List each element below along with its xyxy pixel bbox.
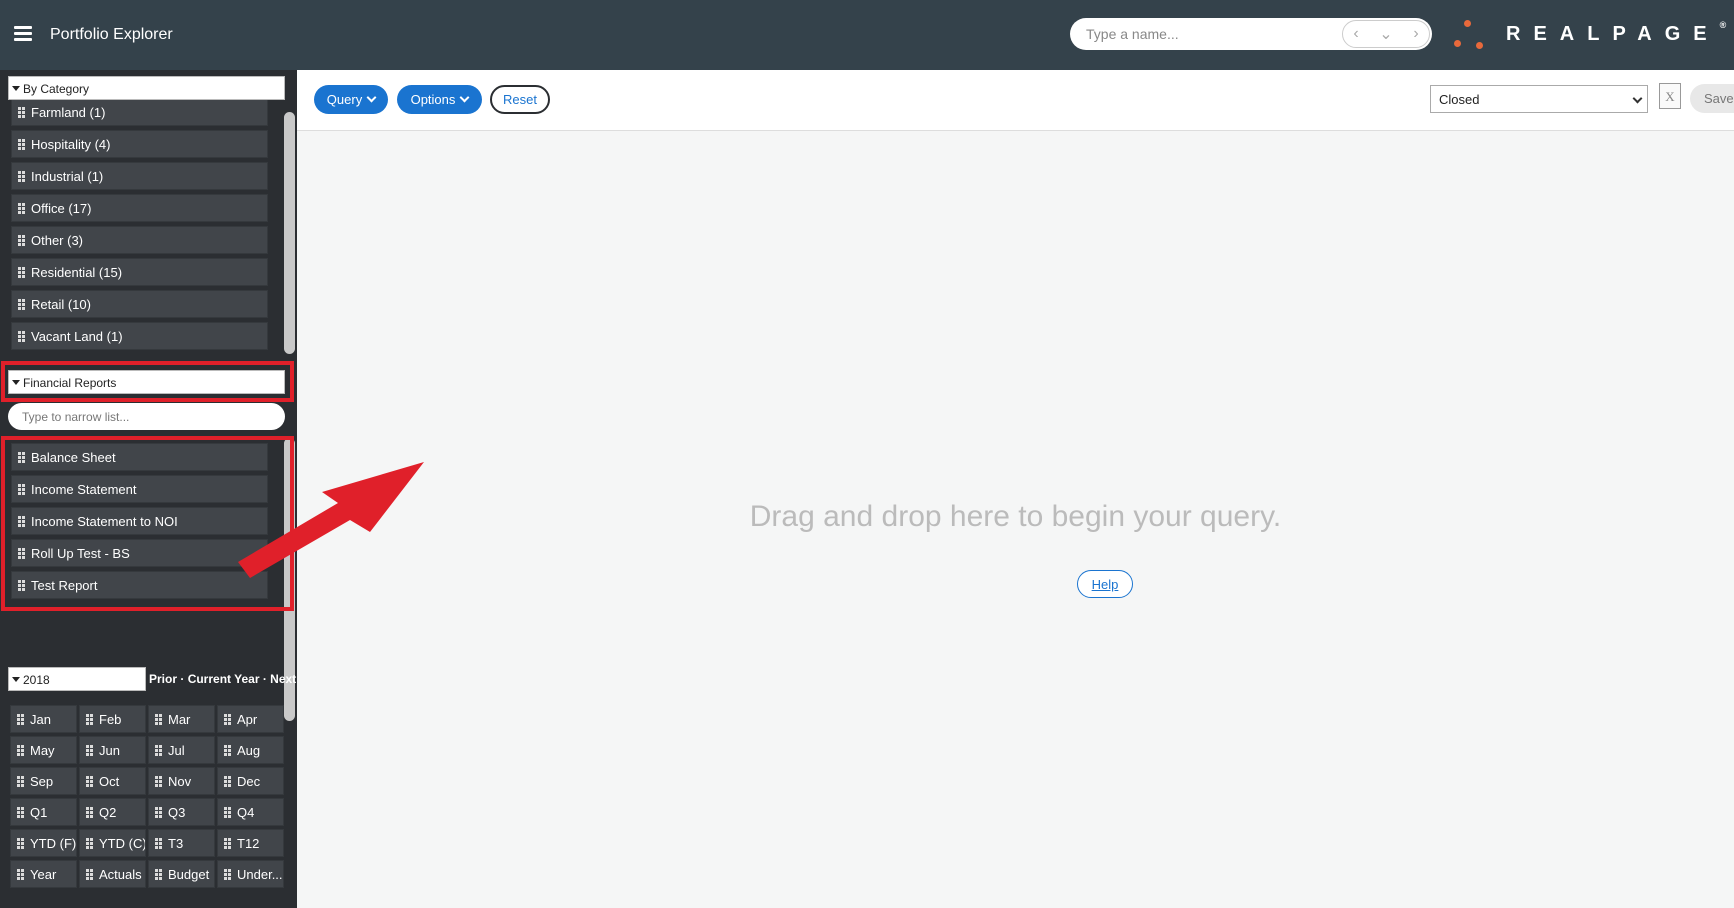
annotation-arrow-icon	[238, 462, 424, 578]
